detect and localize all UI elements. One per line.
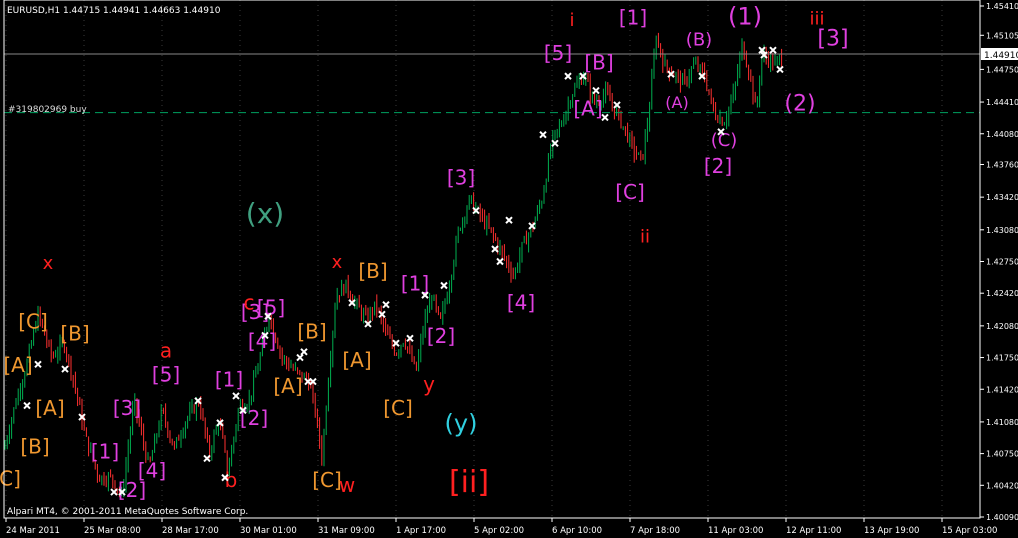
y-tick-label: 1.44410 — [986, 98, 1018, 107]
y-tick-label: 1.45410 — [986, 2, 1018, 11]
x-tick-label: 13 Apr 19:00 — [864, 526, 919, 536]
price-chart[interactable]: x[C] [B][A][A][B]C][1][3][4][5]a[2][1][2]… — [0, 0, 1018, 538]
wave-label: [A] — [573, 97, 602, 121]
wave-label: C] — [0, 466, 21, 490]
y-tick-label: 1.41420 — [986, 385, 1018, 394]
footer-label: Alpari MT4, © 2001-2011 MetaQuotes Softw… — [7, 507, 248, 517]
wave-label: (y) — [445, 410, 478, 438]
y-tick-label: 1.42080 — [986, 322, 1018, 331]
wave-label: [3] — [817, 26, 848, 51]
wave-label: [B] — [60, 321, 89, 345]
y-tick-label: 1.40090 — [986, 513, 1018, 522]
wave-label: [A] — [342, 348, 371, 372]
y-tick-label: 1.42420 — [986, 289, 1018, 298]
y-tick-label: 1.40420 — [986, 481, 1018, 490]
wave-label: [ii] — [449, 465, 489, 500]
wave-label: a — [160, 339, 172, 363]
wave-label: x — [332, 252, 343, 273]
x-tick-label: 1 Apr 17:00 — [396, 526, 446, 536]
wave-label: [2] — [427, 324, 455, 348]
wave-label: [A] — [3, 353, 32, 377]
x-tick-label: 12 Apr 11:00 — [786, 526, 841, 536]
y-tick-label: 1.43080 — [986, 226, 1018, 235]
wave-label: [1] — [91, 439, 119, 463]
wave-label: [4] — [507, 291, 535, 315]
y-tick-label: 1.41750 — [986, 354, 1018, 363]
wave-label: [3] — [113, 396, 141, 420]
wave-label: w — [339, 473, 355, 497]
y-tick-label: 1.44080 — [986, 130, 1018, 139]
x-tick-label: 30 Mar 01:00 — [240, 526, 297, 536]
wave-label: (x) — [246, 197, 284, 230]
wave-label: c — [244, 291, 255, 315]
x-tick-label: 24 Mar 2011 — [6, 526, 60, 536]
wave-label: [C] — [615, 180, 645, 204]
wave-label: x — [43, 253, 54, 274]
wave-label: (C) — [711, 130, 738, 151]
wave-label: (A) — [665, 93, 688, 112]
wave-label: (2) — [784, 92, 815, 117]
wave-label: [C] — [383, 396, 413, 420]
x-tick-label: 31 Mar 09:00 — [318, 526, 375, 536]
wave-label: [B] — [297, 319, 326, 343]
wave-label: [1] — [401, 271, 429, 295]
y-tick-label: 1.44750 — [986, 65, 1018, 74]
current-price-label: 1.44910 — [984, 51, 1018, 61]
wave-label: [5] — [257, 295, 285, 319]
wave-label: y — [423, 372, 435, 396]
wave-label: [C] — [18, 310, 48, 334]
wave-label: [A] — [35, 396, 64, 420]
x-tick-label: 5 Apr 02:00 — [474, 526, 524, 536]
wave-label: [B] — [20, 435, 49, 459]
wave-label: [C] — [312, 468, 342, 492]
wave-label: [A] — [273, 374, 302, 398]
wave-label: [1] — [215, 367, 243, 391]
wave-label: [1] — [619, 5, 647, 29]
wave-label: (B) — [686, 29, 712, 50]
x-tick-label: 11 Apr 03:00 — [708, 526, 763, 536]
wave-label: i — [569, 10, 574, 31]
x-tick-label: 15 Apr 03:00 — [942, 526, 997, 536]
x-tick-label: 25 Mar 08:00 — [84, 526, 141, 536]
x-tick-label: 6 Apr 10:00 — [552, 526, 602, 536]
wave-label: [2] — [118, 478, 146, 502]
x-tick-label: 28 Mar 17:00 — [162, 526, 219, 536]
wave-label: ii — [640, 226, 650, 247]
wave-label: [5] — [544, 41, 572, 65]
x-tick-label: 7 Apr 18:00 — [630, 526, 680, 536]
y-tick-label: 1.45105 — [986, 31, 1018, 40]
wave-label: [B] — [358, 259, 387, 283]
symbol-header: EURUSD,H1 1.44715 1.44941 1.44663 1.4491… — [7, 6, 221, 16]
y-tick-label: 1.42750 — [986, 258, 1018, 267]
wave-label: [5] — [152, 363, 180, 387]
y-tick-label: 1.43420 — [986, 193, 1018, 202]
wave-label: [2] — [704, 154, 732, 178]
wave-label: [B] — [584, 50, 613, 74]
order-label[interactable]: #319802969 buy — [8, 105, 87, 115]
wave-label: (1) — [728, 2, 762, 30]
y-tick-label: 1.43760 — [986, 160, 1018, 169]
y-tick-label: 1.40750 — [986, 450, 1018, 459]
y-tick-label: 1.41080 — [986, 418, 1018, 427]
wave-label: [3] — [447, 166, 475, 190]
